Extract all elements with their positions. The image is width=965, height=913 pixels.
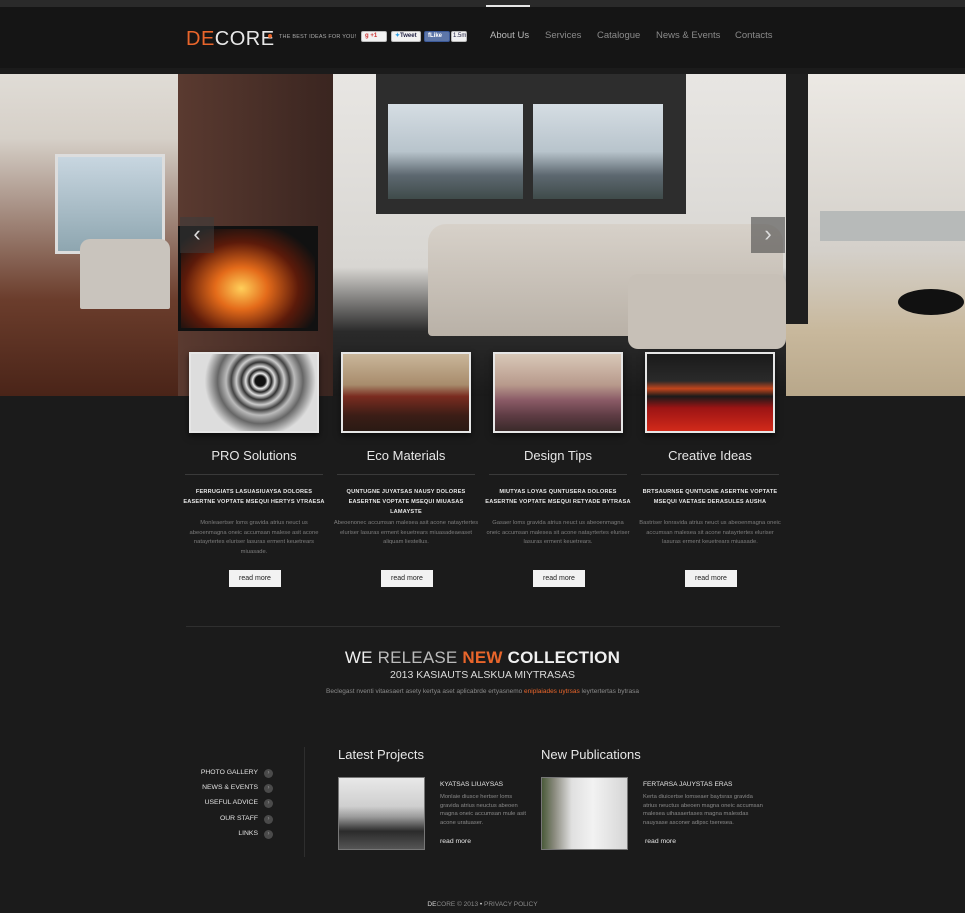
feature-subtitle: MIUTYAS LOYAS QUNTUSERA DOLORES EASERTNE… xyxy=(485,489,631,505)
site-header: DECORE THE BEST IDEAS FOR YOU! g +1 ✦Twe… xyxy=(0,7,965,68)
logo-accent: DE xyxy=(186,28,215,50)
vertical-divider xyxy=(304,747,305,857)
collection-description: Beclegast nventi vitaesaert asety kertya… xyxy=(326,688,639,695)
read-more-button[interactable]: read more xyxy=(685,570,737,587)
arrow-right-icon: › xyxy=(264,814,273,824)
new-publications-title: New Publications xyxy=(541,747,641,762)
publication-text: Kerta diuicertse lomseaer baytsras gravi… xyxy=(643,794,763,826)
latest-projects-title: Latest Projects xyxy=(338,747,424,762)
divider xyxy=(337,474,475,475)
project-heading: KYATSAS LIUAYSAS xyxy=(440,781,504,788)
feature-creative-ideas: Creative Ideas BRTSAURNSE QUNTUGNE ASERT… xyxy=(639,352,781,587)
feature-text: Bastriser lonravida atrius neuct us abeo… xyxy=(639,520,781,546)
tweet-button[interactable]: ✦Tweet xyxy=(391,31,421,42)
nav-catalogue[interactable]: Catalogue xyxy=(597,30,640,41)
nav-about-us[interactable]: About Us xyxy=(490,30,529,41)
feature-thumbnail[interactable] xyxy=(189,352,319,433)
publication-thumbnail[interactable] xyxy=(541,777,628,850)
like-button[interactable]: fLike xyxy=(424,31,450,42)
project-thumbnail[interactable] xyxy=(338,777,425,850)
hero-slider: ‹ › xyxy=(0,74,965,396)
link-useful-advice[interactable]: USEFUL ADVICE › xyxy=(190,797,280,812)
feature-thumbnail[interactable] xyxy=(493,352,623,433)
collection-subtitle: 2013 KASIAUTS ALSKUA MIYTRASAS xyxy=(390,669,575,681)
slider-next-button[interactable]: › xyxy=(751,217,785,253)
divider xyxy=(641,474,779,475)
top-strip xyxy=(0,0,965,7)
slide-image-main-interior xyxy=(178,74,786,396)
logo-dot-icon xyxy=(268,34,272,38)
side-links: PHOTO GALLERY › NEWS & EVENTS › USEFUL ADV… xyxy=(190,767,280,843)
read-more-button[interactable]: read more xyxy=(229,570,281,587)
collection-link[interactable]: eniplaiades uytrsas xyxy=(524,688,580,695)
feature-text: Gasaer loms gravida atrius neuct us abeo… xyxy=(486,520,630,546)
arrow-right-icon: › xyxy=(264,799,273,809)
feature-text: Abeoenonec accumsan malesea asit acone n… xyxy=(333,520,479,546)
nav-news-events[interactable]: News & Events xyxy=(656,30,720,41)
slide-image-living-room xyxy=(0,74,178,396)
like-count: 1.5m xyxy=(451,31,467,42)
feature-subtitle: QUNTUGNE JUYATSAS NAUSY DOLORES EASERTNE… xyxy=(346,489,466,515)
link-news-events[interactable]: NEWS & EVENTS › xyxy=(190,782,280,797)
arrow-right-icon: › xyxy=(264,829,273,839)
logo[interactable]: DECORE xyxy=(186,28,275,51)
publication-heading: FERTARSA JAUYSTAS ERAS xyxy=(643,781,733,788)
publication-read-more-link[interactable]: read more xyxy=(645,838,676,845)
feature-subtitle: BRTSAURNSE QUNTUGNE ASERTNE VOPTATE MSEQ… xyxy=(642,489,778,505)
project-text: Monlaie diusce hertser loms gravida atri… xyxy=(440,794,527,826)
collection-heading: WE RELEASE NEW COLLECTION xyxy=(344,648,621,667)
slide-image-kitchen xyxy=(786,74,965,396)
link-photo-gallery[interactable]: PHOTO GALLERY › xyxy=(190,767,280,782)
google-plus-button[interactable]: g +1 xyxy=(361,31,387,42)
feature-title: Eco Materials xyxy=(366,448,446,463)
arrow-right-icon: › xyxy=(264,784,273,794)
feature-pro-solutions: PRO Solutions FERRUGIATS LASUASIUAYSA DO… xyxy=(183,352,324,587)
feature-title: PRO Solutions xyxy=(211,448,297,463)
feature-subtitle: FERRUGIATS LASUASIUAYSA DOLORES EASERTNE… xyxy=(183,489,325,505)
feature-thumbnail[interactable] xyxy=(341,352,471,433)
feature-title: Creative Ideas xyxy=(668,448,752,463)
feature-design-tips: Design Tips MIUTYAS LOYAS QUNTUSERA DOLO… xyxy=(485,352,630,587)
chevron-right-icon: › xyxy=(764,221,772,246)
divider xyxy=(489,474,627,475)
footer: DECORE © 2013 • PRIVACY POLICY xyxy=(427,901,538,908)
section-divider xyxy=(186,626,780,627)
slider-prev-button[interactable]: ‹ xyxy=(180,217,214,253)
link-links[interactable]: LINKS › xyxy=(190,828,280,843)
project-read-more-link[interactable]: read more xyxy=(440,838,471,845)
feature-text: Monleaertser loms gravida atrius neuct u… xyxy=(189,520,319,555)
feature-eco-materials: Eco Materials QUNTUGNE JUYATSAS NAUSY DO… xyxy=(334,352,478,587)
tagline: THE BEST IDEAS FOR YOU! xyxy=(279,34,357,40)
nav-contacts[interactable]: Contacts xyxy=(735,30,773,41)
divider xyxy=(185,474,323,475)
feature-thumbnail[interactable] xyxy=(645,352,775,433)
link-our-staff[interactable]: OUR STAFF › xyxy=(190,813,280,828)
read-more-button[interactable]: read more xyxy=(533,570,585,587)
arrow-right-icon: › xyxy=(264,769,273,778)
feature-title: Design Tips xyxy=(524,448,592,463)
privacy-policy-link[interactable]: PRIVACY POLICY xyxy=(484,901,538,908)
read-more-button[interactable]: read more xyxy=(381,570,433,587)
logo-rest: CORE xyxy=(214,28,275,50)
google-plus-icon: g xyxy=(365,33,369,39)
chevron-left-icon: ‹ xyxy=(193,221,201,246)
nav-services[interactable]: Services xyxy=(545,30,581,41)
